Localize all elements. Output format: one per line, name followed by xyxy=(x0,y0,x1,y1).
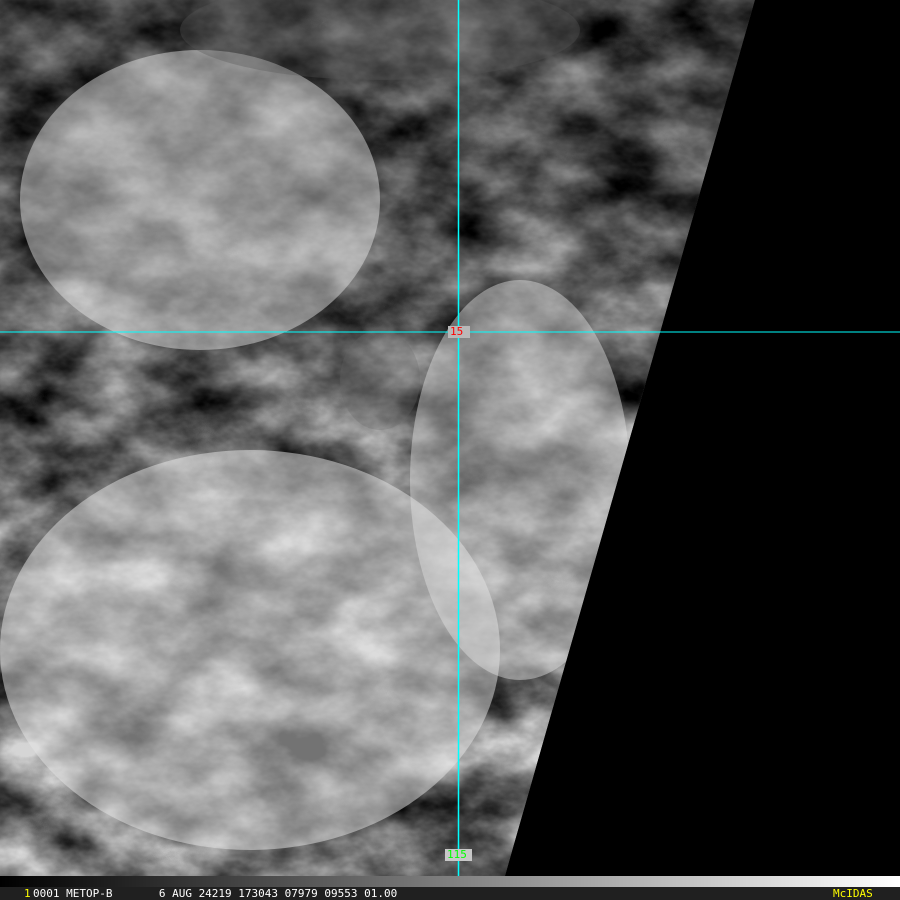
image-metadata: 0001 METOP-B 6 AUG 24219 173043 07979 09… xyxy=(33,887,398,900)
satellite-image xyxy=(0,0,900,876)
satellite-viewer: 15 115 1 0001 METOP-B 6 AUG 24219 173043… xyxy=(0,0,900,900)
longitude-label: 115 xyxy=(447,848,467,861)
frame-number: 1 xyxy=(24,887,31,900)
latitude-label: 15 xyxy=(450,325,464,338)
grayscale-bar xyxy=(0,876,900,887)
mcidas-brand: McIDAS xyxy=(833,887,873,900)
info-bar: 1 0001 METOP-B 6 AUG 24219 173043 07979 … xyxy=(0,887,900,900)
